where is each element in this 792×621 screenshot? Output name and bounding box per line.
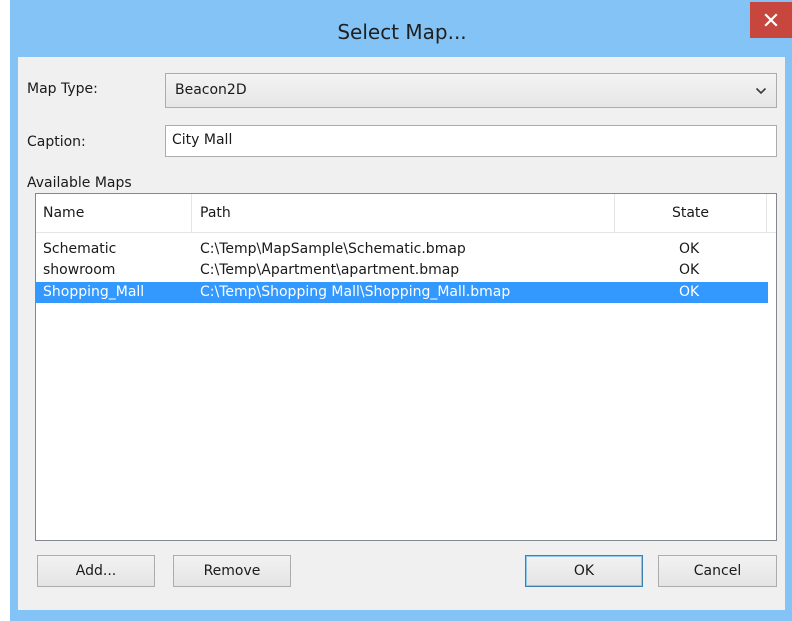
table-row[interactable]: Schematic C:\Temp\MapSample\Schematic.bm… <box>36 239 768 260</box>
caption-value: City Mall <box>172 132 233 148</box>
row-state: OK <box>679 241 700 257</box>
column-header-name[interactable]: Name <box>36 194 192 232</box>
table-row[interactable]: showroom C:\Temp\Apartment\apartment.bma… <box>36 260 768 281</box>
row-name: Shopping_Mall <box>43 284 145 300</box>
remove-button[interactable]: Remove <box>173 555 291 587</box>
cancel-button[interactable]: Cancel <box>658 555 777 587</box>
row-path: C:\Temp\Apartment\apartment.bmap <box>200 262 460 278</box>
list-header: Name Path State <box>36 194 776 233</box>
row-name: Schematic <box>43 241 117 257</box>
table-row-selected[interactable]: Shopping_Mall C:\Temp\Shopping Mall\Shop… <box>36 282 768 303</box>
available-maps-list[interactable]: Name Path State Schematic C:\Temp\MapSam… <box>35 193 777 541</box>
row-state: OK <box>679 262 700 278</box>
map-type-select[interactable]: Beacon2D <box>165 73 777 108</box>
select-map-dialog: Select Map... Map Type: Beacon2D Caption… <box>10 0 792 621</box>
row-state: OK <box>679 284 700 300</box>
dialog-body: Map Type: Beacon2D Caption: City Mall Av… <box>18 57 785 610</box>
chevron-down-icon <box>755 87 767 95</box>
available-maps-label: Available Maps <box>27 175 132 191</box>
row-name: showroom <box>43 262 116 278</box>
column-header-state[interactable]: State <box>615 194 767 232</box>
map-type-label: Map Type: <box>27 81 98 97</box>
close-button[interactable] <box>750 2 792 38</box>
row-path: C:\Temp\MapSample\Schematic.bmap <box>200 241 466 257</box>
row-path: C:\Temp\Shopping Mall\Shopping_Mall.bmap <box>200 284 511 300</box>
close-icon <box>764 13 778 27</box>
window-title: Select Map... <box>337 20 467 44</box>
add-button[interactable]: Add... <box>37 555 155 587</box>
map-type-value: Beacon2D <box>175 82 247 98</box>
caption-input[interactable]: City Mall <box>165 125 777 157</box>
caption-label: Caption: <box>27 134 86 150</box>
ok-button[interactable]: OK <box>525 555 643 587</box>
column-header-path[interactable]: Path <box>192 194 615 232</box>
title-bar: Select Map... <box>10 0 792 56</box>
